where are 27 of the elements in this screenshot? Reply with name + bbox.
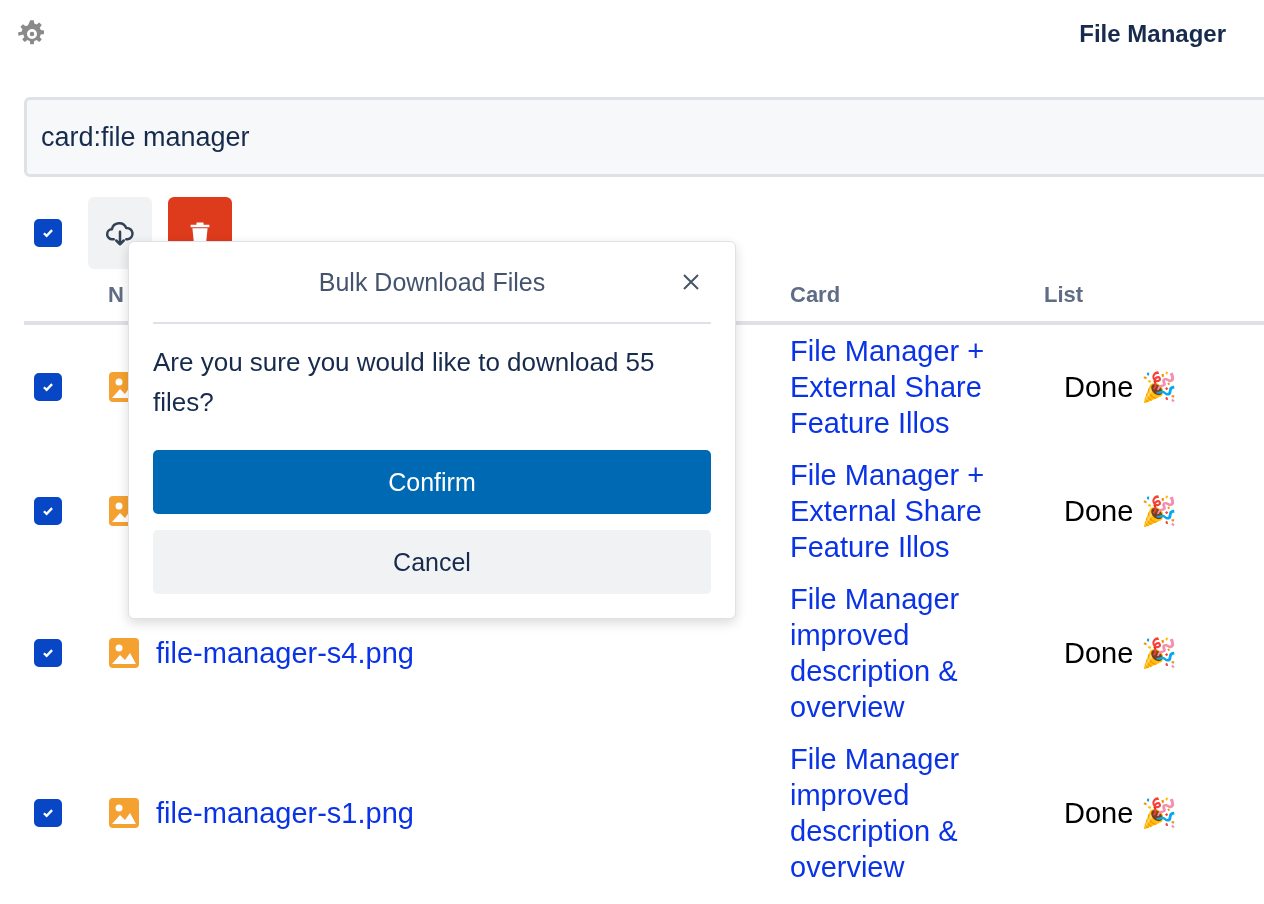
search-field[interactable]: card:file manager <box>24 97 1264 177</box>
column-header: List <box>1044 282 1085 308</box>
confirm-button[interactable]: Confirm <box>153 450 711 514</box>
row-checkbox[interactable] <box>34 497 62 525</box>
popover-message: Are you sure you would like to download 55 files? <box>153 346 656 419</box>
row-checkbox[interactable] <box>34 799 62 827</box>
card-link[interactable]: File Manager improved description & overview <box>790 741 1020 885</box>
row-checkbox[interactable] <box>34 639 62 667</box>
card-link[interactable]: File Manager + External Share Feature Illos <box>790 333 1020 441</box>
page-title: File Manager <box>1079 20 1226 48</box>
column-header: N <box>108 282 125 308</box>
list-name: Done 🎉 <box>1063 796 1179 830</box>
popover-title: Bulk Download Files <box>318 267 546 297</box>
file-name-link[interactable]: file-manager-s1.png <box>156 795 414 831</box>
list-name: Done 🎉 <box>1063 636 1179 670</box>
image-file-icon <box>108 797 140 829</box>
file-name-link[interactable]: file-manager-s4.png <box>156 635 414 671</box>
column-header: Card <box>790 282 842 308</box>
select-all-checkbox[interactable] <box>34 219 62 247</box>
list-name: Done 🎉 <box>1063 494 1179 528</box>
card-link[interactable]: File Manager improved description & overview <box>790 581 1020 725</box>
list-name: Done 🎉 <box>1063 370 1179 404</box>
card-link[interactable]: File Manager + External Share Feature Illos <box>790 457 1020 565</box>
cancel-button[interactable]: Cancel <box>153 530 711 594</box>
close-icon[interactable] <box>681 272 701 292</box>
row-checkbox[interactable] <box>34 373 62 401</box>
image-file-icon <box>108 637 140 669</box>
